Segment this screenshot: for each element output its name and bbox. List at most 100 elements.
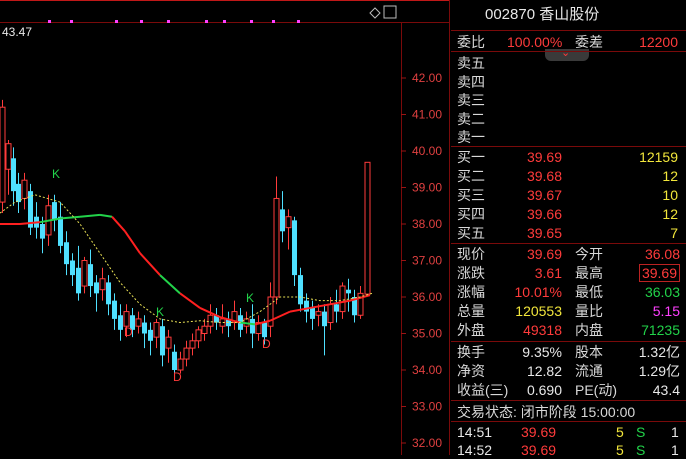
candle-body — [52, 202, 57, 221]
stock-title-row: 002870 香山股份 — [451, 6, 686, 24]
candle-body — [207, 314, 214, 327]
candle-body — [16, 183, 21, 203]
bid-volume: 12 — [662, 206, 678, 222]
stock-title: 002870 香山股份 — [485, 6, 600, 23]
tick-price: 39.69 — [521, 424, 557, 440]
signal-marker: D — [124, 325, 133, 339]
candle-body — [70, 260, 75, 276]
ask-label: 卖五 — [457, 55, 485, 71]
trade-status: 交易状态: 闭市阶段 15:00:00 — [457, 404, 636, 420]
stat-value: 39.69 — [526, 246, 562, 262]
stat-value: 49318 — [523, 322, 562, 338]
candle-body — [298, 275, 303, 305]
ask-row: 卖二 — [451, 110, 686, 128]
bid-price: 39.65 — [526, 225, 562, 241]
signal-dot — [297, 20, 300, 23]
candle-body — [5, 143, 12, 170]
signal-dot — [250, 20, 253, 23]
candle-body — [273, 197, 280, 298]
signal-dot — [140, 20, 143, 23]
bid-volume: 7 — [670, 225, 678, 241]
candle-body — [183, 347, 190, 360]
candle-body — [112, 300, 117, 319]
stat-label: 最低 — [575, 284, 603, 300]
bid-price: 39.69 — [526, 149, 562, 165]
stat-label: 内盘 — [575, 322, 603, 338]
stat2-value: 1.32亿 — [638, 344, 680, 360]
stat-value: 71235 — [641, 322, 680, 338]
stat2-label: 换手 — [457, 344, 485, 360]
tick-time: 14:52 — [457, 442, 493, 458]
candle-body — [262, 322, 267, 338]
ask-label: 卖一 — [457, 129, 485, 146]
stat-value: 36.03 — [644, 284, 680, 300]
candle-body — [64, 242, 69, 265]
bid-label: 买三 — [457, 187, 485, 203]
bid-label: 买五 — [457, 225, 485, 241]
candle-body — [346, 289, 351, 294]
ask-label: 卖三 — [457, 92, 485, 109]
price-tick: 32.00 — [412, 436, 442, 450]
signal-dot — [115, 20, 118, 23]
signal-dot — [167, 20, 170, 23]
bid-label: 买一 — [457, 149, 485, 165]
price-tick: 41.00 — [412, 108, 442, 122]
candle-body — [88, 264, 93, 287]
stat2-label: 流通 — [575, 363, 603, 379]
candle-body — [201, 325, 208, 335]
candle-body — [123, 311, 130, 327]
stat-value: 3.61 — [534, 265, 562, 281]
price-tick: 37.00 — [412, 254, 442, 268]
kline-chart[interactable]: 42.00 41.00 40.00 39.00 38.00 37.00 36.00 35.00… — [0, 0, 450, 455]
candle-body — [0, 106, 6, 203]
price-tick: 35.00 — [412, 327, 442, 341]
ask-row: 卖一 — [451, 128, 686, 146]
quote-panel: 002870 香山股份 委比 100.00% 委差 12200 ⌄ 卖五 卖四 卖三… — [451, 0, 686, 458]
bid-row: 买四 39.66 12 — [451, 205, 686, 223]
ask-row: 卖五 — [451, 54, 686, 72]
candle-body — [94, 282, 99, 294]
signal-dot — [205, 20, 208, 23]
price-tick: 34.00 — [412, 363, 442, 377]
price-tick: 40.00 — [412, 144, 442, 158]
bid-price: 39.67 — [526, 187, 562, 203]
candle-body — [21, 179, 28, 199]
tick-direction: S — [636, 442, 646, 458]
bid-volume: 12 — [662, 168, 678, 184]
stat2-value: 9.35% — [522, 344, 562, 360]
candle-body — [339, 285, 346, 313]
trade-status-row: 交易状态: 闭市阶段 15:00:00 — [451, 403, 686, 421]
candle-body — [165, 336, 172, 349]
candle-body — [195, 329, 202, 342]
candle-body — [160, 326, 165, 356]
bid-row: 买二 39.68 12 — [451, 167, 686, 185]
stat2-row: 净资 12.82 流通 1.29亿 — [451, 362, 686, 380]
tick-time: 14:51 — [457, 424, 493, 440]
candle-body — [304, 300, 309, 312]
bid-volume: 10 — [662, 187, 678, 203]
tick-price: 39.69 — [521, 442, 557, 458]
candle-body — [327, 303, 334, 324]
signal-marker: D — [262, 337, 271, 351]
stat-label: 量比 — [575, 303, 603, 319]
candle-body — [364, 161, 371, 295]
bid-price: 39.66 — [526, 206, 562, 222]
stat-row: 涨跌 3.61 最高 39.69 — [451, 264, 686, 282]
stat-label: 最高 — [575, 265, 603, 281]
bid-label: 买四 — [457, 206, 485, 222]
stat-row: 涨幅 10.01% 最低 36.03 — [451, 283, 686, 301]
price-tick: 42.00 — [412, 71, 442, 85]
candle-body — [334, 304, 339, 312]
bid-row: 买五 39.65 7 — [451, 224, 686, 242]
stat2-value: 0.690 — [526, 382, 562, 398]
tick-volume: 5 — [616, 424, 624, 440]
stat-value: 5.15 — [652, 303, 680, 319]
stat-row: 总量 120553 量比 5.15 — [451, 302, 686, 320]
tick-direction: S — [636, 424, 646, 440]
signal-marker: K — [52, 167, 60, 181]
candle-body — [11, 158, 16, 192]
stat-label: 总量 — [457, 303, 485, 319]
webi-label: 委比 — [457, 34, 485, 50]
candle-body — [118, 315, 123, 330]
stat-label: 外盘 — [457, 322, 485, 338]
